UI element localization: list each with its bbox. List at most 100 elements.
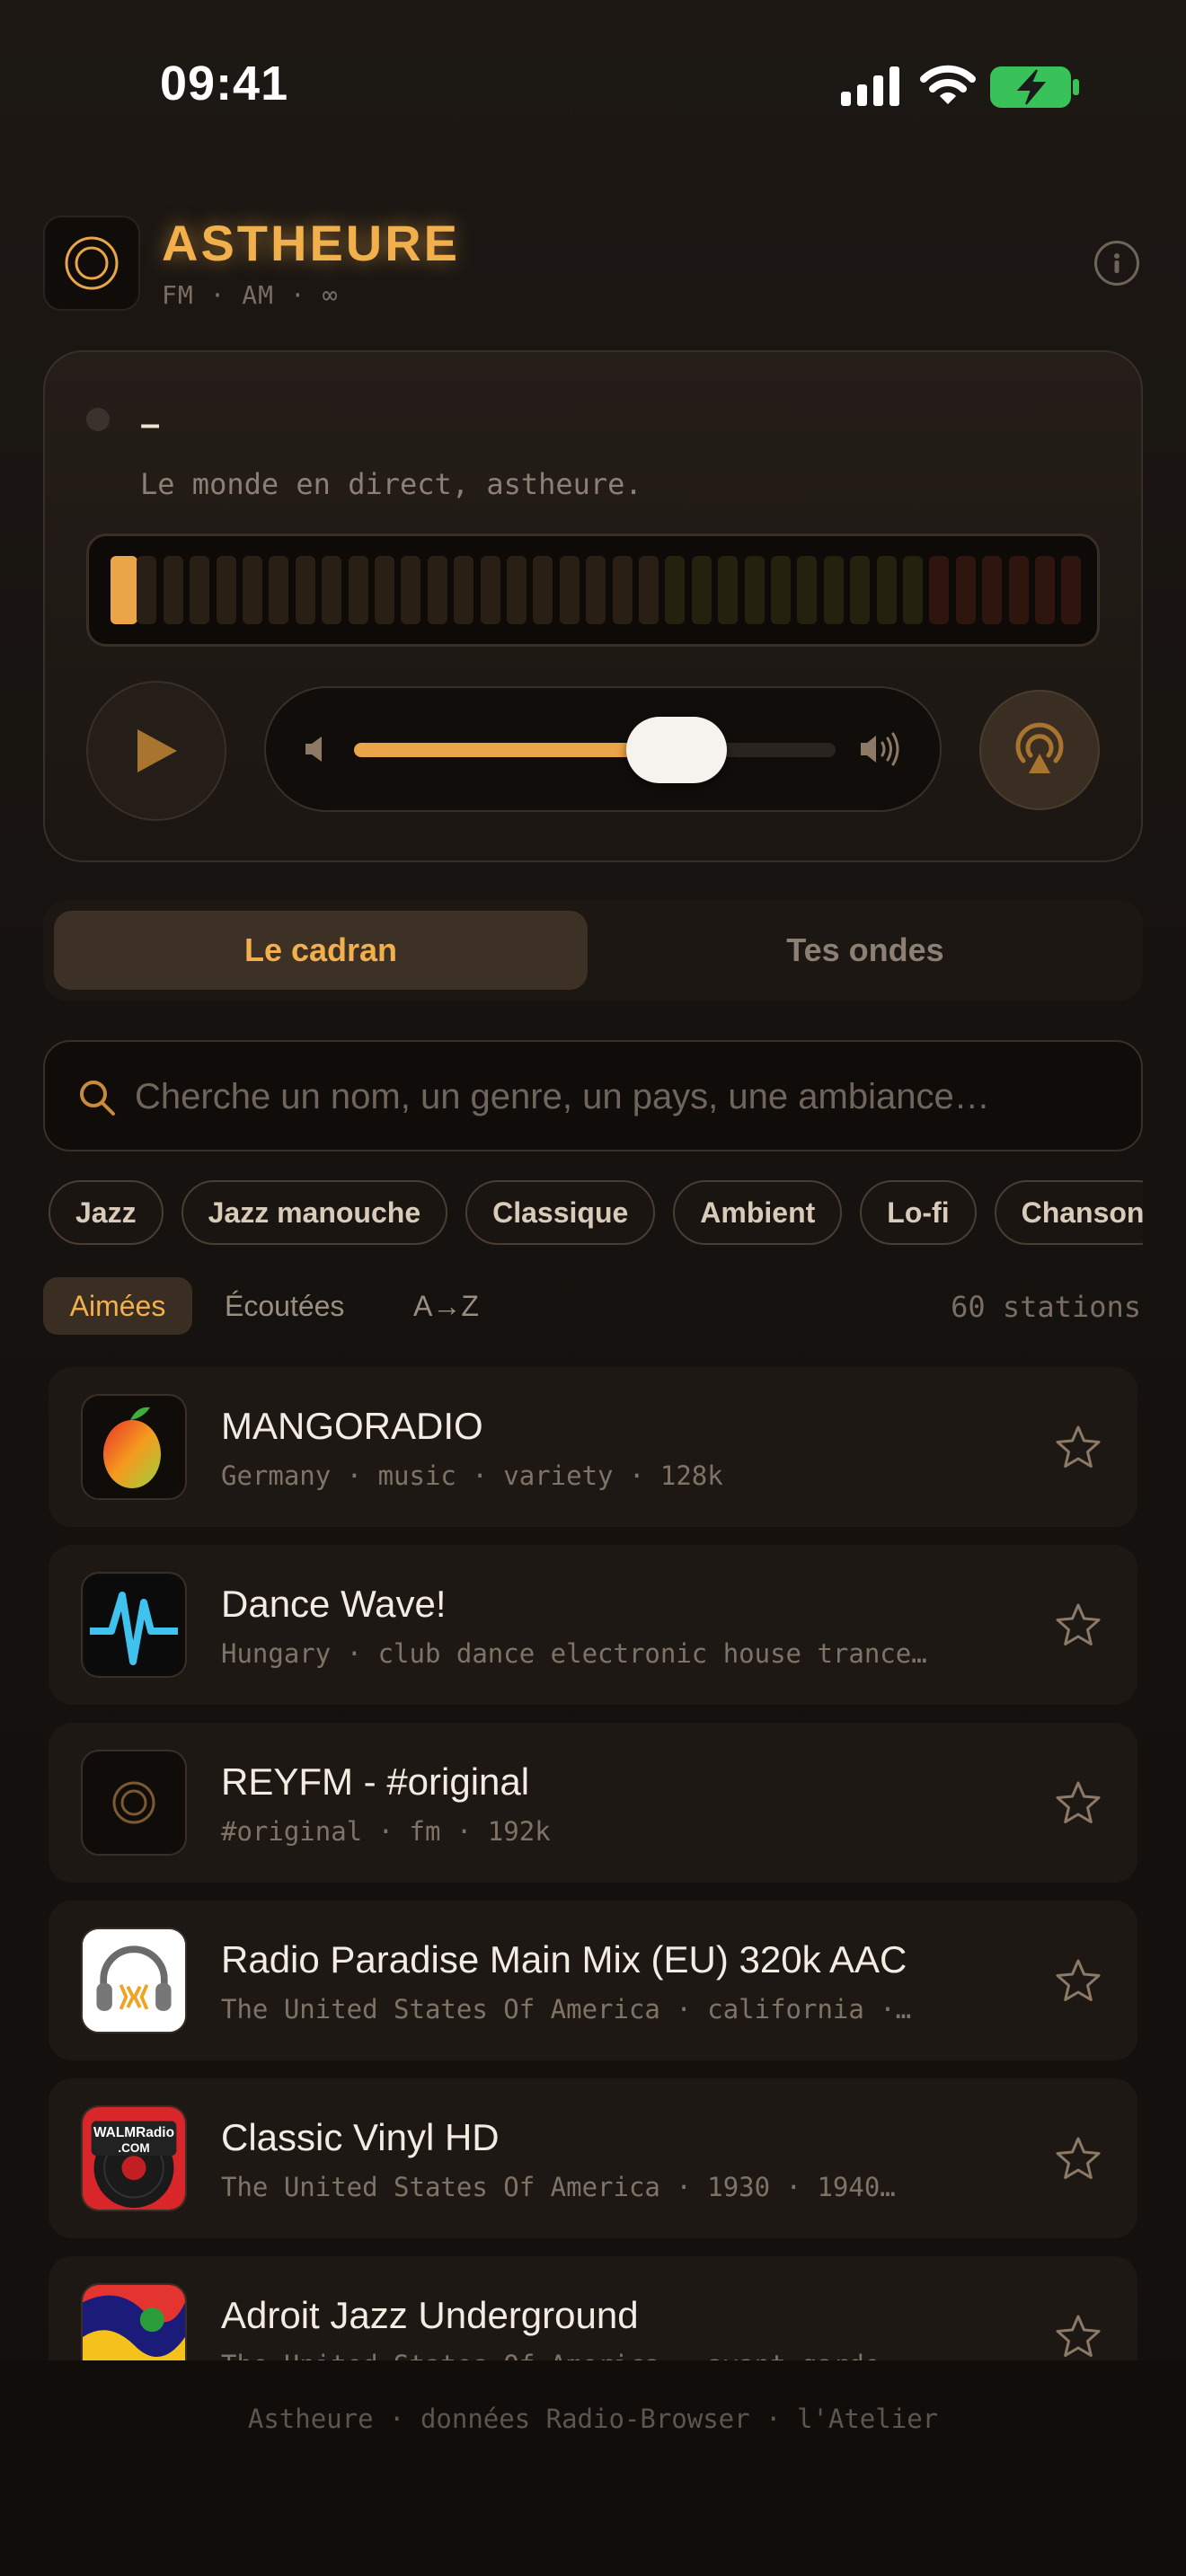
svg-text:WALMRadio: WALMRadio <box>93 2125 174 2140</box>
meter-segment <box>1035 556 1055 624</box>
meter-segment <box>375 556 394 624</box>
meter-segment <box>243 556 262 624</box>
favorite-star-icon[interactable] <box>1053 2134 1103 2184</box>
volume-high-icon <box>861 732 899 766</box>
info-button[interactable] <box>1094 241 1139 286</box>
station-meta: #original · fm · 192k <box>221 1816 551 1847</box>
level-meter <box>86 534 1100 647</box>
meter-segment <box>163 556 183 624</box>
cellular-signal-icon <box>841 66 899 106</box>
meter-segment <box>559 556 580 624</box>
genre-chip[interactable]: Classique <box>465 1180 656 1245</box>
station-name: Adroit Jazz Underground <box>221 2294 639 2336</box>
search-icon <box>80 1081 115 1116</box>
meter-segment <box>586 556 606 624</box>
abstract-logo-icon <box>81 2283 187 2360</box>
meter-segment <box>955 556 976 624</box>
station-meta: The United States Of America · 1930 · 19… <box>221 2172 896 2202</box>
genre-chip[interactable]: Jazz manouche <box>181 1180 448 1245</box>
meter-segment <box>322 556 342 624</box>
meter-segment <box>216 556 236 624</box>
meter-segment <box>454 556 474 624</box>
app-logo <box>43 216 140 311</box>
dial-logo-icon <box>65 236 119 290</box>
meter-segment <box>665 556 686 624</box>
meter-segment <box>771 556 791 624</box>
genre-chip[interactable]: Ambient <box>673 1180 843 1245</box>
airplay-audio-icon <box>1015 722 1064 773</box>
meter-segment <box>903 556 923 624</box>
genre-chip[interactable]: Chanson <box>994 1180 1143 1245</box>
meter-segment <box>612 556 633 624</box>
station-name: Dance Wave! <box>221 1583 447 1625</box>
search-input[interactable] <box>135 1067 1114 1126</box>
station-row[interactable]: REYFM - #original #original · fm · 192k <box>49 1723 1137 1883</box>
status-time: 09:41 <box>160 57 289 110</box>
dial-logo-icon <box>81 1750 187 1856</box>
app-title: ASTHEURE <box>162 215 461 271</box>
favorite-star-icon[interactable] <box>1053 1778 1103 1829</box>
station-name: MANGORADIO <box>221 1405 483 1447</box>
station-count: 60 stations <box>951 1290 1141 1324</box>
info-icon <box>1114 253 1120 273</box>
live-indicator <box>86 408 110 431</box>
meter-segment <box>639 556 659 624</box>
tab-tes-ondes[interactable]: Tes ondes <box>598 911 1132 990</box>
meter-segment <box>401 556 421 624</box>
station-row[interactable]: WALMRadio .COM Classic Vinyl HD The United … <box>49 2078 1137 2238</box>
station-row[interactable]: Dance Wave! Hungary · club dance electron… <box>49 1545 1137 1705</box>
meter-segment <box>876 556 897 624</box>
station-name: Radio Paradise Main Mix (EU) 320k AAC <box>221 1938 907 1981</box>
volume-slider-thumb[interactable] <box>626 717 728 783</box>
station-list: MANGORADIO Germany · music · variety · 12… <box>49 1367 1137 2360</box>
genre-chip[interactable]: Jazz <box>49 1180 164 1245</box>
volume-low-icon <box>305 737 322 762</box>
app-subtitle: FM · AM · ∞ <box>162 280 339 310</box>
wave-logo-icon <box>81 1572 187 1678</box>
meter-segment <box>190 556 210 624</box>
footer-bar <box>0 2360 1186 2576</box>
station-row[interactable]: Radio Paradise Main Mix (EU) 320k AAC The… <box>49 1901 1137 2060</box>
station-meta: The United States Of America · avant-gar… <box>221 2350 1057 2360</box>
meter-segment <box>1008 556 1029 624</box>
cast-button[interactable] <box>979 690 1100 810</box>
sort-loved-button[interactable]: Aimées <box>43 1277 192 1335</box>
play-icon <box>137 729 177 772</box>
favorite-star-icon[interactable] <box>1053 2312 1103 2360</box>
sort-played-button[interactable]: Écoutées <box>225 1290 344 1323</box>
meter-segment <box>533 556 553 624</box>
favorite-star-icon[interactable] <box>1053 1601 1103 1651</box>
meter-segment <box>744 556 765 624</box>
station-row[interactable]: MANGORADIO Germany · music · variety · 12… <box>49 1367 1137 1527</box>
station-name: Classic Vinyl HD <box>221 2116 500 2158</box>
wifi-icon <box>920 65 976 104</box>
meter-segment <box>269 556 289 624</box>
vinyl-logo-icon: WALMRadio .COM <box>81 2105 187 2211</box>
headphones-logo-icon <box>81 1928 187 2033</box>
genre-chip[interactable]: Lo-fi <box>860 1180 977 1245</box>
meter-segment <box>137 556 157 624</box>
meter-segment <box>691 556 712 624</box>
favorite-star-icon[interactable] <box>1053 1423 1103 1473</box>
station-row[interactable]: Adroit Jazz Underground The United States… <box>49 2256 1137 2360</box>
meter-segment <box>850 556 871 624</box>
play-button[interactable] <box>86 681 226 821</box>
tab-le-cadran[interactable]: Le cadran <box>54 911 588 990</box>
meter-segment <box>823 556 844 624</box>
station-meta: Germany · music · variety · 128k <box>221 1460 723 1491</box>
svg-text:.COM: .COM <box>118 2141 149 2155</box>
station-meta: The United States Of America · californi… <box>221 1994 912 2025</box>
meter-segment <box>427 556 447 624</box>
meter-segment <box>982 556 1003 624</box>
meter-segment <box>718 556 739 624</box>
battery-charging-icon <box>990 66 1079 108</box>
favorite-star-icon[interactable] <box>1053 1956 1103 2007</box>
station-meta: Hungary · club dance electronic house tr… <box>221 1638 927 1669</box>
mango-logo-icon <box>81 1394 187 1500</box>
meter-segment <box>507 556 527 624</box>
meter-segment <box>480 556 500 624</box>
meter-segment <box>348 556 368 624</box>
meter-segment-active <box>111 556 137 624</box>
sort-az-button[interactable]: A→Z <box>413 1290 479 1323</box>
genre-filter-chips: Jazz Jazz manouche Classique Ambient Lo-fi Ch… <box>49 1180 1143 1247</box>
